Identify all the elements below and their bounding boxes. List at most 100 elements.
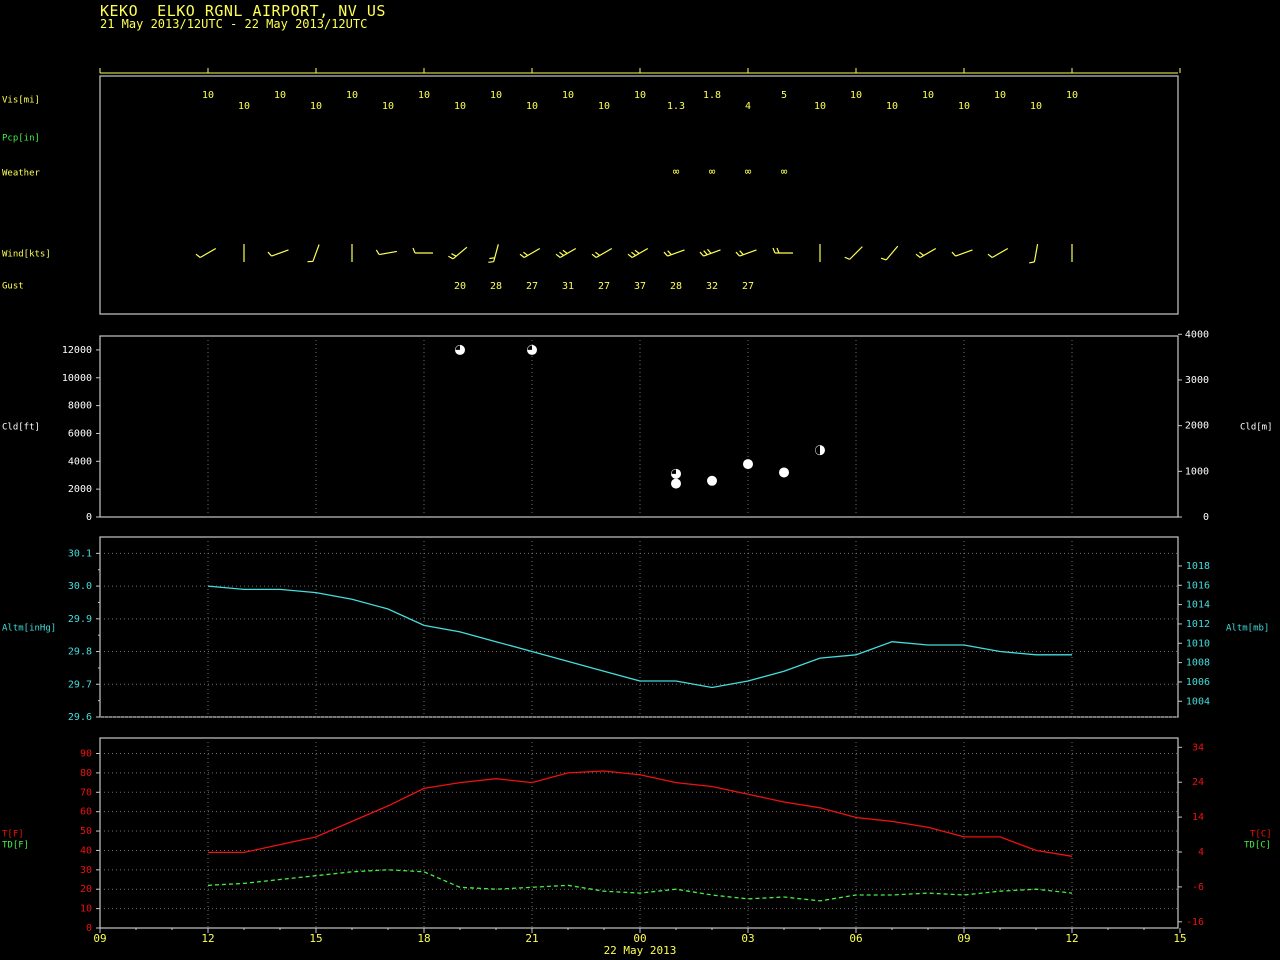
altm-y2tick-label: 1010: [1186, 638, 1210, 649]
cloud-marker-ring: [779, 467, 789, 478]
wind-barb: [519, 247, 541, 259]
temp-y2tick-label: 24: [1192, 777, 1204, 788]
time-tick-label: 12: [1065, 932, 1078, 945]
altm-ytick-label: 29.8: [68, 647, 92, 658]
temp-ytick-label: 40: [80, 845, 92, 856]
altm-ytick-label: 30.1: [68, 548, 92, 559]
wind-barb-feather: [562, 249, 568, 254]
temp-ytick-label: 60: [80, 807, 92, 818]
gust-value: 37: [634, 281, 646, 292]
cloud-marker: [779, 467, 789, 478]
row-label-precip: Pcp[in]: [2, 134, 40, 144]
wind-barb: [375, 249, 397, 256]
cloud-y2tick-label: 4000: [1185, 329, 1209, 340]
cloud-marker: [707, 475, 717, 486]
wind-barb: [448, 246, 468, 260]
wind-barb-feather: [919, 251, 925, 256]
visibility-value: 10: [850, 90, 862, 101]
wind-barb: [267, 249, 289, 257]
wind-barb-feather: [667, 250, 672, 256]
cloud-marker: [455, 344, 465, 355]
visibility-value: 10: [454, 101, 466, 112]
wind-barb: [488, 244, 499, 263]
cloud-ylabel: Cld[ft]: [2, 423, 40, 433]
panel-frame-alt: [99, 536, 1179, 718]
grid-lines: [100, 336, 1178, 928]
wind-barb-feather: [739, 250, 744, 256]
wind-barb: [699, 248, 721, 257]
altm-y2tick-label: 1006: [1186, 677, 1210, 688]
time-tick-label: 15: [309, 932, 322, 945]
wind-barb-feather: [772, 247, 776, 254]
wind-barb-staff: [919, 247, 937, 259]
wind-barb-feather: [489, 257, 495, 260]
wind-barb: [951, 249, 973, 257]
altm-ylabel: Altm[inHg]: [2, 624, 56, 634]
wind-barb-feather: [195, 253, 201, 258]
wind-barb: [772, 247, 793, 254]
altm-y2tick-label: 1008: [1186, 658, 1210, 669]
wind-barb-feather: [951, 251, 956, 257]
temp-ytick-label: 20: [80, 884, 92, 895]
cloud-marker: [671, 468, 681, 479]
wind-barb: [735, 249, 757, 257]
wind-barb: [880, 245, 899, 261]
wind-barb-feather: [915, 253, 921, 258]
visibility-value: 10: [346, 90, 358, 101]
wind-barb: [555, 247, 577, 259]
altm-ytick-label: 29.7: [68, 679, 92, 690]
wind-barb-feather: [735, 251, 740, 257]
gust-value: 28: [670, 281, 682, 292]
gust-value: 31: [562, 281, 574, 292]
altm-y2tick-label: 1016: [1186, 580, 1210, 591]
visibility-value: 10: [994, 90, 1006, 101]
gust-value: 28: [490, 281, 502, 292]
cloud-marker: [743, 459, 753, 470]
temp-ylabel-t: T[F]: [2, 830, 24, 840]
time-tick-label: 15: [1173, 932, 1186, 945]
temp-ylabel-td: TD[F]: [2, 841, 29, 851]
row-label-weather: Weather: [2, 169, 41, 179]
altm-y2label: Altm[mb]: [1226, 624, 1269, 634]
wind-barb: [915, 247, 937, 259]
visibility-value: 5: [781, 90, 787, 101]
axes: [96, 68, 1182, 933]
visibility-value: 10: [238, 101, 250, 112]
visibility-value: 10: [274, 90, 286, 101]
visibility-value: 10: [922, 90, 934, 101]
wind-barb-feather: [448, 255, 454, 260]
wind-barb-feather: [523, 251, 529, 256]
wind-barb: [591, 247, 613, 259]
wind-barb-feather: [519, 253, 525, 258]
temp-y2tick-label: 4: [1198, 847, 1204, 858]
visibility-value: 10: [526, 101, 538, 112]
wind-barb-staff: [271, 249, 289, 257]
wind-barb-staff: [595, 247, 613, 259]
wind-barb: [844, 246, 863, 260]
axis-labels: 09 12 15 18 21 0 0 03 06 09 12 15 22 May 2013 Vis[mi]…: [2, 90, 1273, 957]
cloud-marker-ring: [707, 475, 717, 486]
panel-frame-obs: [99, 75, 1179, 315]
visibility-value: 10: [418, 90, 430, 101]
visibility-value: 10: [814, 101, 826, 112]
temp-ytick-label: 70: [80, 787, 92, 798]
wind-barb-feather: [451, 253, 457, 257]
wind-barb: [412, 247, 433, 254]
altm-ytick-label: 29.6: [68, 712, 92, 723]
cloud-y2tick-label: 1000: [1185, 466, 1209, 477]
altm-ytick-label: 29.9: [68, 614, 92, 625]
wind-barb: [663, 249, 685, 257]
cloud-ytick-label: 12000: [62, 345, 92, 356]
visibility-value: 10: [1066, 90, 1078, 101]
cloud-marker-ring: [743, 459, 753, 470]
cloud-ytick-label: 6000: [68, 428, 92, 439]
time-tick-label: 03: [741, 932, 754, 945]
cloud-ytick-label: 0: [86, 512, 92, 523]
visibility-value: 10: [1030, 101, 1042, 112]
visibility-value: 10: [958, 101, 970, 112]
wind-barb: [307, 244, 320, 263]
wind-barb-staff: [452, 246, 468, 260]
wind-barb: [627, 247, 649, 259]
temp-y2tick-label: 14: [1192, 812, 1204, 823]
panel-frame-tmp: [99, 737, 1179, 929]
